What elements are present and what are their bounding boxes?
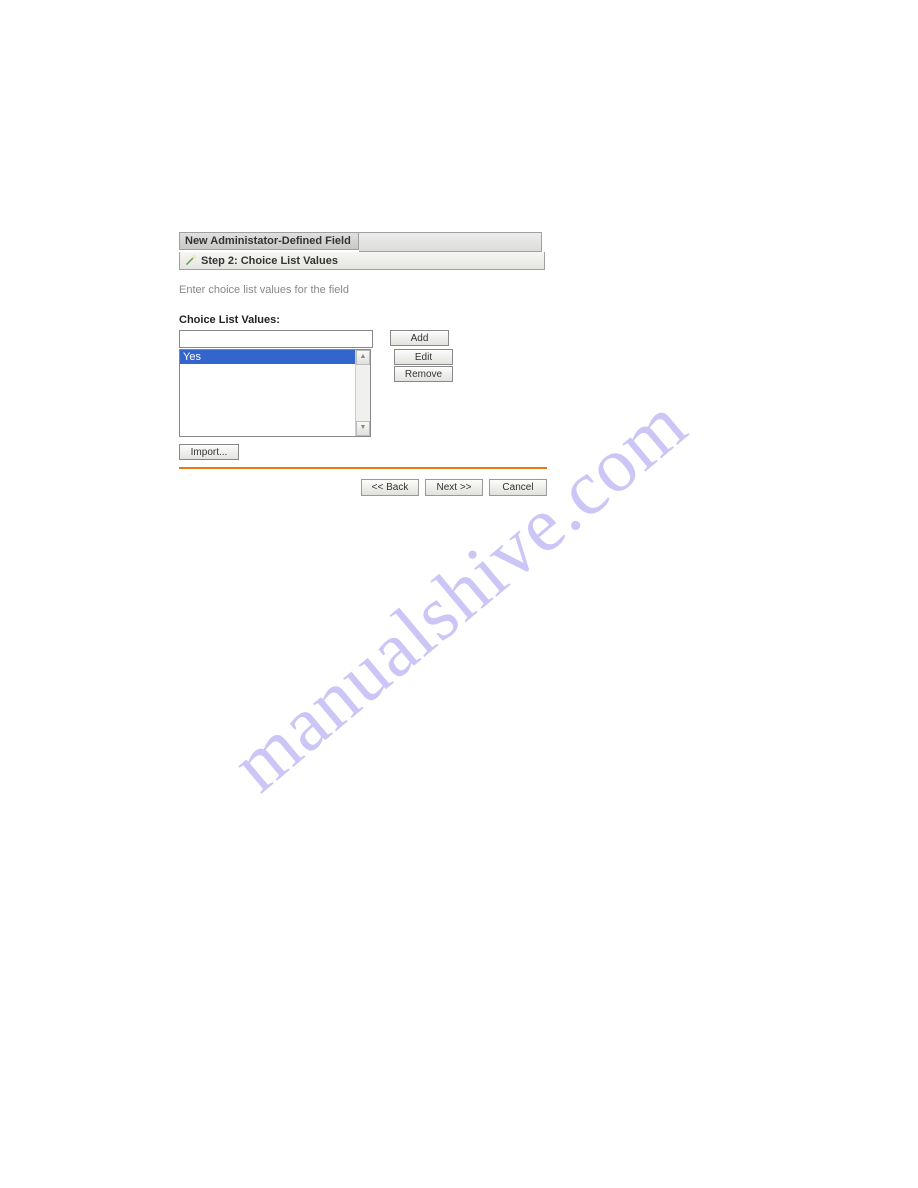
import-button[interactable]: Import... [179,444,239,460]
step-header-bar: Step 2: Choice List Values [179,252,545,270]
scroll-up-icon[interactable]: ▲ [356,350,370,365]
wand-icon [184,254,197,267]
choice-list-box[interactable]: Yes ▲ ▼ [179,349,371,437]
next-button[interactable]: Next >> [425,479,483,496]
instruction-text: Enter choice list values for the field [179,284,547,296]
wizard-panel: New Administator-Defined Field Step 2: C… [179,232,547,496]
add-button[interactable]: Add [390,330,449,346]
list-item[interactable]: Yes [180,350,356,364]
wizard-title-bar-extension [359,232,542,252]
remove-button[interactable]: Remove [394,366,453,382]
listbox-scrollbar[interactable]: ▲ ▼ [355,350,370,436]
cancel-button[interactable]: Cancel [489,479,547,496]
edit-button[interactable]: Edit [394,349,453,365]
scroll-down-icon[interactable]: ▼ [356,421,370,436]
divider [179,467,547,469]
choice-list-values-label: Choice List Values: [179,314,547,326]
choice-value-input[interactable] [179,330,373,348]
step-label: Step 2: Choice List Values [201,255,338,267]
wizard-title: New Administator-Defined Field [179,232,359,250]
back-button[interactable]: << Back [361,479,419,496]
